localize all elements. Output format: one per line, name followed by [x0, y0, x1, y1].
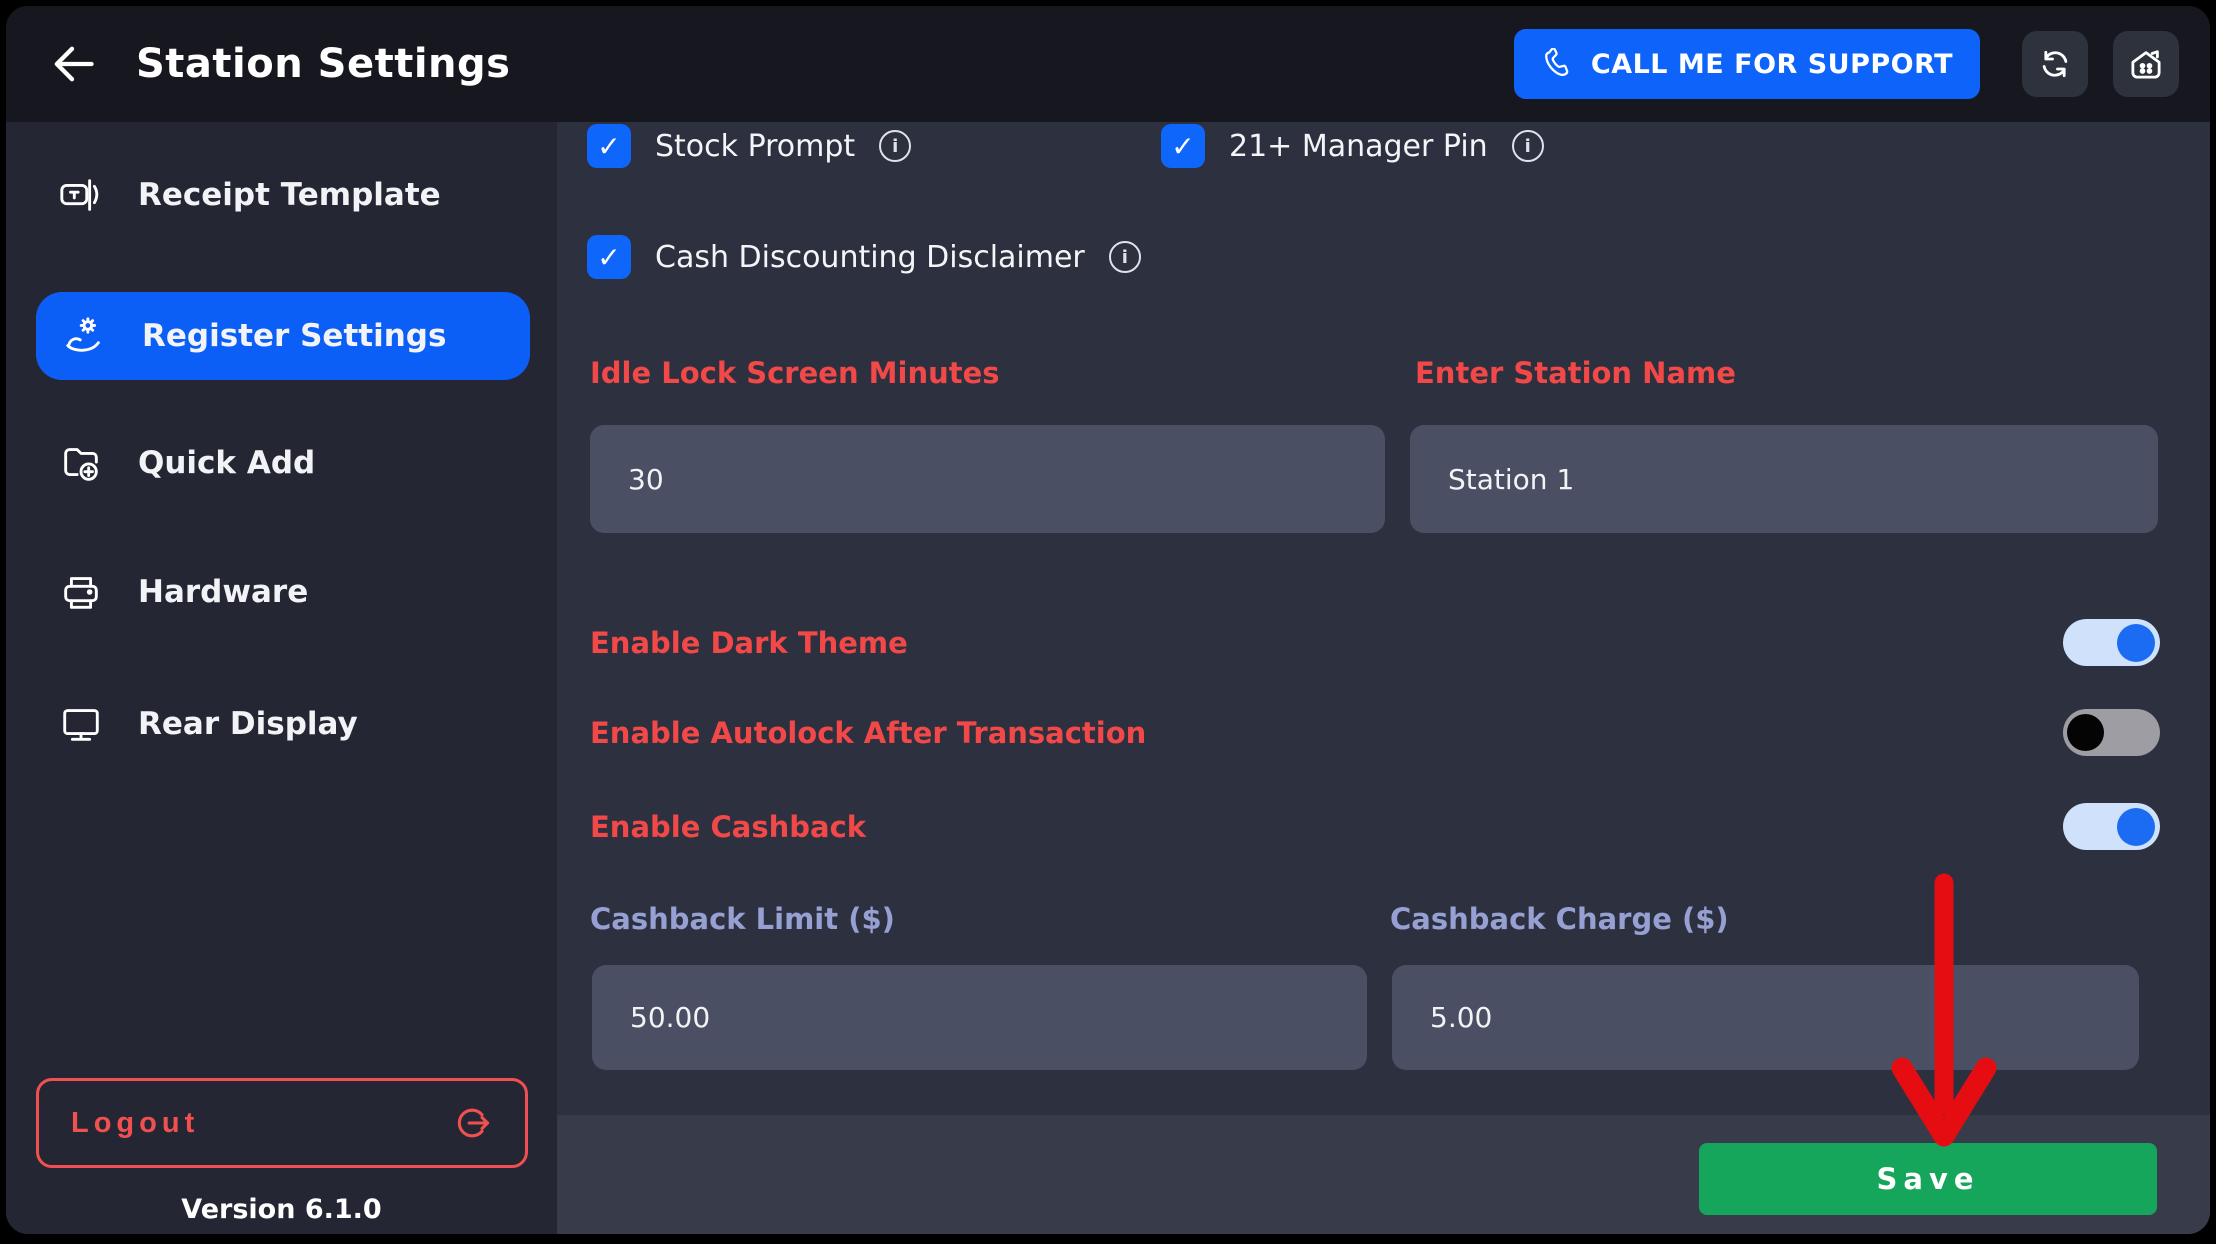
save-button[interactable]: Save	[1699, 1143, 2157, 1215]
toggle-knob	[2117, 808, 2155, 846]
stock-prompt-label: Stock Prompt	[655, 129, 855, 164]
cash-discounting-option: ✓ Cash Discounting Disclaimer i	[587, 234, 1141, 280]
logout-icon	[449, 1101, 493, 1145]
logout-label: Logout	[71, 1107, 199, 1140]
idle-lock-input[interactable]	[590, 425, 1385, 533]
dark-theme-label: Enable Dark Theme	[590, 620, 908, 666]
sync-button[interactable]	[2022, 31, 2088, 97]
call-support-label: CALL ME FOR SUPPORT	[1591, 49, 1953, 80]
top-bar: Station Settings CALL ME FOR SUPPORT	[6, 6, 2210, 122]
cash-discounting-checkbox[interactable]: ✓	[587, 235, 631, 279]
sidebar-item-rear-display[interactable]: Rear Display	[32, 689, 532, 759]
sidebar-item-label: Receipt Template	[138, 177, 441, 213]
page-title: Station Settings	[136, 6, 510, 122]
sidebar: Receipt Template Register Settings	[6, 122, 557, 1234]
manager-pin-option: ✓ 21+ Manager Pin i	[1161, 123, 1544, 169]
logout-button[interactable]: Logout	[36, 1078, 528, 1168]
toggle-knob	[2117, 624, 2155, 662]
sidebar-item-label: Hardware	[138, 574, 308, 610]
check-icon: ✓	[597, 241, 620, 274]
stock-prompt-option: ✓ Stock Prompt i	[587, 123, 911, 169]
cashback-limit-input[interactable]	[592, 965, 1367, 1070]
back-button[interactable]	[46, 38, 98, 90]
sidebar-item-register-settings[interactable]: Register Settings	[36, 292, 530, 380]
sidebar-item-label: Rear Display	[138, 706, 358, 742]
sidebar-item-hardware[interactable]: Hardware	[32, 557, 532, 627]
toggle-knob	[2067, 714, 2104, 751]
call-support-button[interactable]: CALL ME FOR SUPPORT	[1514, 29, 1980, 99]
refresh-icon	[2035, 44, 2075, 84]
cashback-toggle[interactable]	[2063, 803, 2160, 850]
cashback-charge-label: Cashback Charge ($)	[1390, 902, 1729, 936]
info-icon[interactable]: i	[879, 130, 911, 162]
autolock-toggle[interactable]	[2063, 709, 2160, 756]
printer-icon	[58, 569, 104, 615]
back-arrow-icon	[46, 38, 98, 90]
sidebar-item-receipt-template[interactable]: Receipt Template	[32, 160, 532, 230]
register-settings-panel: ✓ Stock Prompt i ✓ 21+ Manager Pin i ✓ C…	[557, 122, 2210, 1234]
dark-theme-toggle[interactable]	[2063, 619, 2160, 666]
sidebar-item-label: Quick Add	[138, 445, 315, 481]
check-icon: ✓	[597, 130, 620, 163]
manager-pin-label: 21+ Manager Pin	[1229, 129, 1488, 164]
phone-icon	[1541, 48, 1573, 80]
hand-sparkle-icon	[62, 313, 108, 359]
sidebar-item-quick-add[interactable]: Quick Add	[32, 428, 532, 498]
stock-prompt-checkbox[interactable]: ✓	[587, 124, 631, 168]
folder-plus-icon	[58, 440, 104, 486]
info-icon[interactable]: i	[1512, 130, 1544, 162]
home-button[interactable]	[2113, 31, 2179, 97]
idle-lock-label: Idle Lock Screen Minutes	[590, 356, 1000, 390]
cash-discounting-label: Cash Discounting Disclaimer	[655, 240, 1085, 275]
version-text: Version 6.1.0	[6, 1194, 557, 1225]
app-window: Station Settings CALL ME FOR SUPPORT	[6, 6, 2210, 1234]
check-icon: ✓	[1171, 130, 1194, 163]
home-keypad-icon	[2125, 43, 2167, 85]
receipt-printer-icon	[58, 172, 104, 218]
cashback-charge-input[interactable]	[1392, 965, 2139, 1070]
info-icon[interactable]: i	[1109, 241, 1141, 273]
monitor-icon	[58, 701, 104, 747]
cashback-limit-label: Cashback Limit ($)	[590, 902, 895, 936]
autolock-label: Enable Autolock After Transaction	[590, 710, 1146, 756]
station-name-input[interactable]	[1410, 425, 2158, 533]
sidebar-item-label: Register Settings	[142, 318, 446, 354]
manager-pin-checkbox[interactable]: ✓	[1161, 124, 1205, 168]
station-name-label: Enter Station Name	[1415, 356, 1736, 390]
cashback-label: Enable Cashback	[590, 804, 866, 850]
